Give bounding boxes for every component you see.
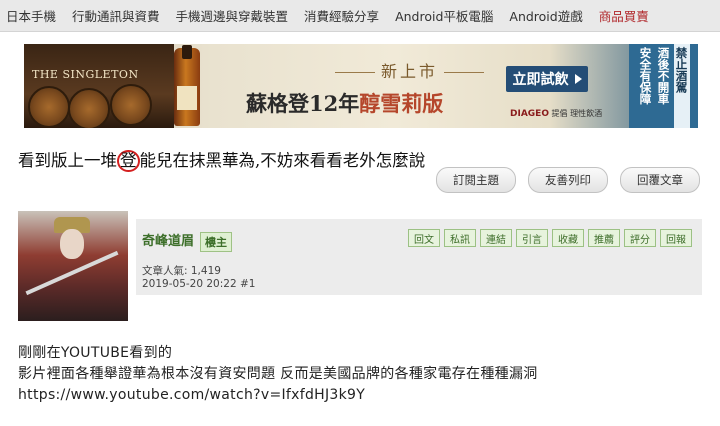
thread-title: 看到版上一堆登能兒在抹黑華為,不妨來看看老外怎麼說 — [18, 150, 426, 172]
nav-item-marketplace[interactable]: 商品買賣 — [599, 6, 649, 25]
banner-brand-logo: THE SINGLETON — [32, 68, 139, 81]
link-button[interactable]: 連結 — [480, 229, 512, 247]
youtube-link[interactable]: https://www.youtube.com/watch?v=IfxfdHJ3… — [18, 385, 538, 406]
subscribe-button[interactable]: 訂閱主題 — [436, 167, 516, 193]
banner-barrels-image — [24, 44, 174, 128]
circled-character: 登 — [117, 150, 140, 172]
top-nav: 日本手機 行動通訊與資費 手機週邊與穿戴裝置 消費經驗分享 Android平板電… — [0, 0, 720, 32]
report-button[interactable]: 回報 — [660, 229, 692, 247]
warning-text-col2: 酒後不開車 — [656, 47, 671, 105]
post-body: 剛剛在YOUTUBE看到的 影片裡面各種舉證華為根本沒有資安問題 反而是美國品牌… — [18, 343, 538, 406]
whisky-bottle-image — [174, 45, 200, 126]
bookmark-button[interactable]: 收藏 — [552, 229, 584, 247]
post-body-line: 影片裡面各種舉證華為根本沒有資安問題 反而是美國品牌的各種家電存在種種漏洞 — [18, 366, 538, 382]
nav-item-android-games[interactable]: Android遊戲 — [509, 6, 582, 25]
post-timestamp: 2019-05-20 20:22 #1 — [142, 278, 256, 290]
reply-button[interactable]: 回覆文章 — [620, 167, 700, 193]
nav-item-android-tablets[interactable]: Android平板電腦 — [395, 6, 493, 25]
avatar[interactable] — [18, 211, 128, 321]
author-name[interactable]: 奇峰道眉 — [142, 230, 194, 249]
warning-text-col1: 安全有保障 — [638, 47, 653, 105]
drink-warning: 安全有保障 酒後不開車 禁止酒駕 — [629, 44, 698, 128]
thread-actions: 訂閱主題 友善列印 回覆文章 — [436, 167, 700, 193]
post: 奇峰道眉 樓主 文章人氣: 1,419 2019-05-20 20:22 #1 … — [18, 211, 702, 321]
recommend-button[interactable]: 推薦 — [588, 229, 620, 247]
print-button[interactable]: 友善列印 — [528, 167, 608, 193]
post-views: 文章人氣: 1,419 — [142, 265, 221, 277]
try-now-button[interactable]: 立即試飲 — [506, 66, 588, 92]
post-header: 奇峰道眉 樓主 文章人氣: 1,419 2019-05-20 20:22 #1 … — [136, 219, 702, 295]
quote-button[interactable]: 引言 — [516, 229, 548, 247]
post-body-line: 剛剛在YOUTUBE看到的 — [18, 345, 173, 361]
nav-item-accessories[interactable]: 手機週邊與穿戴裝置 — [176, 6, 289, 25]
floor-number[interactable]: #1 — [240, 278, 255, 290]
rate-button[interactable]: 評分 — [624, 229, 656, 247]
owner-badge: 樓主 — [200, 232, 232, 252]
nav-item-mobile-plans[interactable]: 行動通訊與資費 — [72, 6, 160, 25]
post-actions: 回文 私訊 連結 引言 收藏 推薦 評分 回報 — [408, 229, 692, 247]
nav-item-japan-phones[interactable]: 日本手機 — [6, 6, 56, 25]
warning-text-col3: 禁止酒駕 — [673, 44, 690, 128]
nav-item-consumer-experience[interactable]: 消費經驗分享 — [304, 6, 379, 25]
banner-tagline: 新上市 — [329, 58, 490, 82]
diageo-notice: DIAGEO 提倡 理性飲酒 — [510, 109, 603, 119]
private-message-button[interactable]: 私訊 — [444, 229, 476, 247]
ad-banner[interactable]: THE SINGLETON 新上市 蘇格登12年醇雪莉版 立即試飲 DIAGEO… — [24, 44, 698, 128]
banner-headline: 蘇格登12年醇雪莉版 — [246, 91, 444, 116]
quote-reply-button[interactable]: 回文 — [408, 229, 440, 247]
